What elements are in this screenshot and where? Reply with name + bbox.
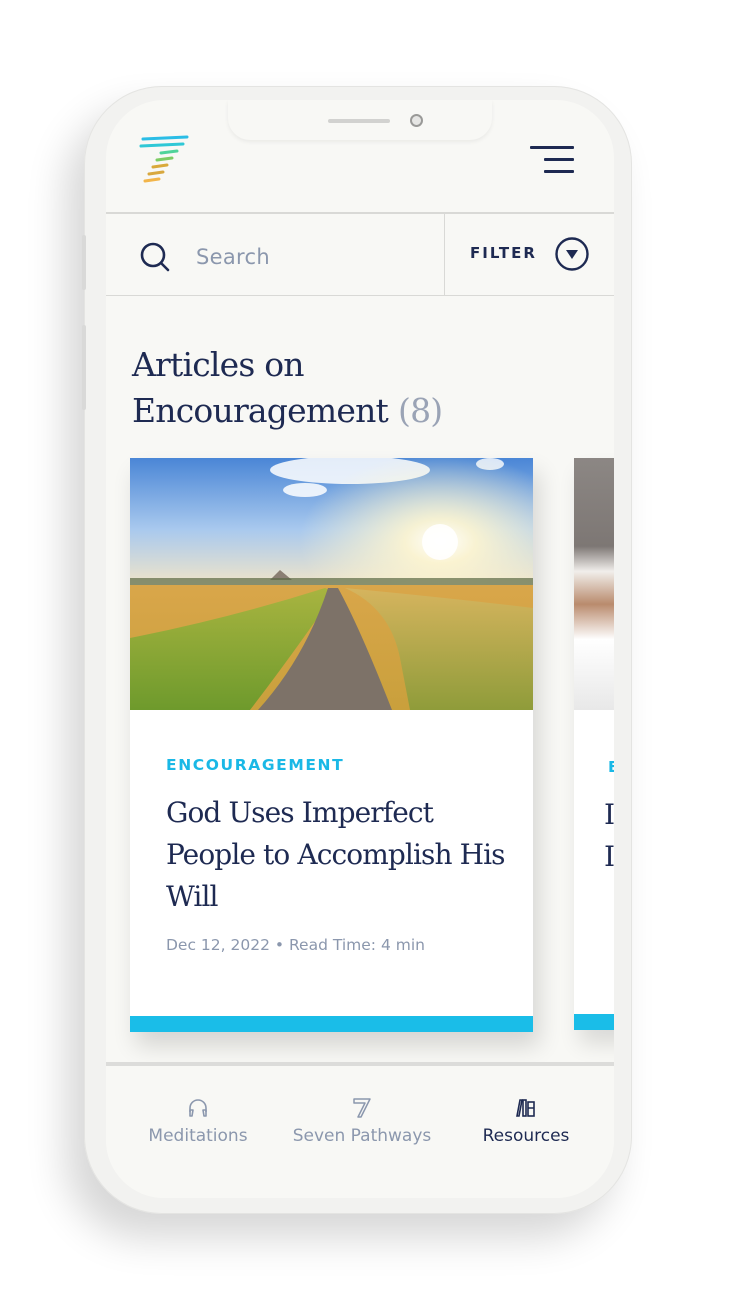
article-meta: Dec 12, 2022 • Read Time: 4 min bbox=[166, 936, 506, 954]
page-title-line1: Articles on bbox=[132, 345, 305, 384]
hands-with-book-photo bbox=[574, 458, 614, 710]
search-icon[interactable] bbox=[138, 240, 172, 274]
article-title-partial: I bbox=[604, 798, 614, 831]
bottom-tab-bar: Meditations Seven Pathways Resources bbox=[106, 1066, 614, 1198]
search-filter-bar: FILTER bbox=[106, 214, 614, 296]
article-date: Dec 12, 2022 bbox=[166, 936, 270, 954]
article-title[interactable]: God Uses Imperfect People to Accomplish … bbox=[166, 792, 506, 918]
app-screen: FILTER Articles on Encouragement(8) bbox=[106, 100, 614, 1198]
article-read-time: Read Time: 4 min bbox=[288, 936, 425, 954]
page-title-topic: Encouragement bbox=[132, 391, 389, 430]
search-divider bbox=[106, 295, 614, 296]
card-accent-bar bbox=[574, 1014, 614, 1030]
hamburger-menu-icon[interactable] bbox=[526, 140, 574, 176]
article-category-tag[interactable]: ENCOURAGEMENT bbox=[166, 756, 506, 774]
article-card-body: ENCOURAGEMENT God Uses Imperfect People … bbox=[166, 756, 506, 954]
books-icon bbox=[516, 1099, 535, 1117]
search-input[interactable] bbox=[194, 236, 438, 278]
article-category-tag: E bbox=[608, 758, 614, 776]
page-title: Articles on Encouragement (8) bbox=[132, 342, 443, 434]
tab-seven-pathways[interactable]: Seven Pathways bbox=[282, 1096, 442, 1146]
article-card-next[interactable]: E I I bbox=[574, 458, 614, 1030]
page-title-line2: Encouragement (8) bbox=[132, 388, 443, 434]
seven-icon bbox=[353, 1098, 371, 1118]
tab-label: Meditations bbox=[148, 1126, 248, 1146]
tab-label: Resources bbox=[482, 1126, 570, 1146]
sunlit-field-path-photo bbox=[130, 458, 533, 710]
phone-side-button bbox=[82, 235, 86, 290]
phone-side-button bbox=[82, 325, 86, 410]
tab-resources[interactable]: Resources bbox=[446, 1096, 606, 1146]
seven-pathways-logo-icon[interactable] bbox=[139, 134, 191, 190]
tab-label: Seven Pathways bbox=[292, 1126, 432, 1146]
card-accent-bar bbox=[130, 1016, 533, 1032]
top-bar bbox=[106, 100, 614, 212]
article-card[interactable]: ENCOURAGEMENT God Uses Imperfect People … bbox=[130, 458, 533, 1032]
filter-button[interactable]: FILTER bbox=[444, 214, 614, 296]
meta-separator: • bbox=[274, 936, 285, 954]
tab-meditations[interactable]: Meditations bbox=[118, 1096, 278, 1146]
speaker-grille bbox=[328, 119, 390, 123]
headphones-icon bbox=[189, 1099, 207, 1117]
filter-label: FILTER bbox=[470, 244, 537, 262]
phone-notch bbox=[228, 100, 492, 140]
circle-chevron-down-icon bbox=[555, 237, 589, 271]
article-title-partial: I bbox=[604, 840, 614, 873]
article-count: (8) bbox=[398, 391, 443, 430]
front-camera bbox=[410, 114, 423, 127]
